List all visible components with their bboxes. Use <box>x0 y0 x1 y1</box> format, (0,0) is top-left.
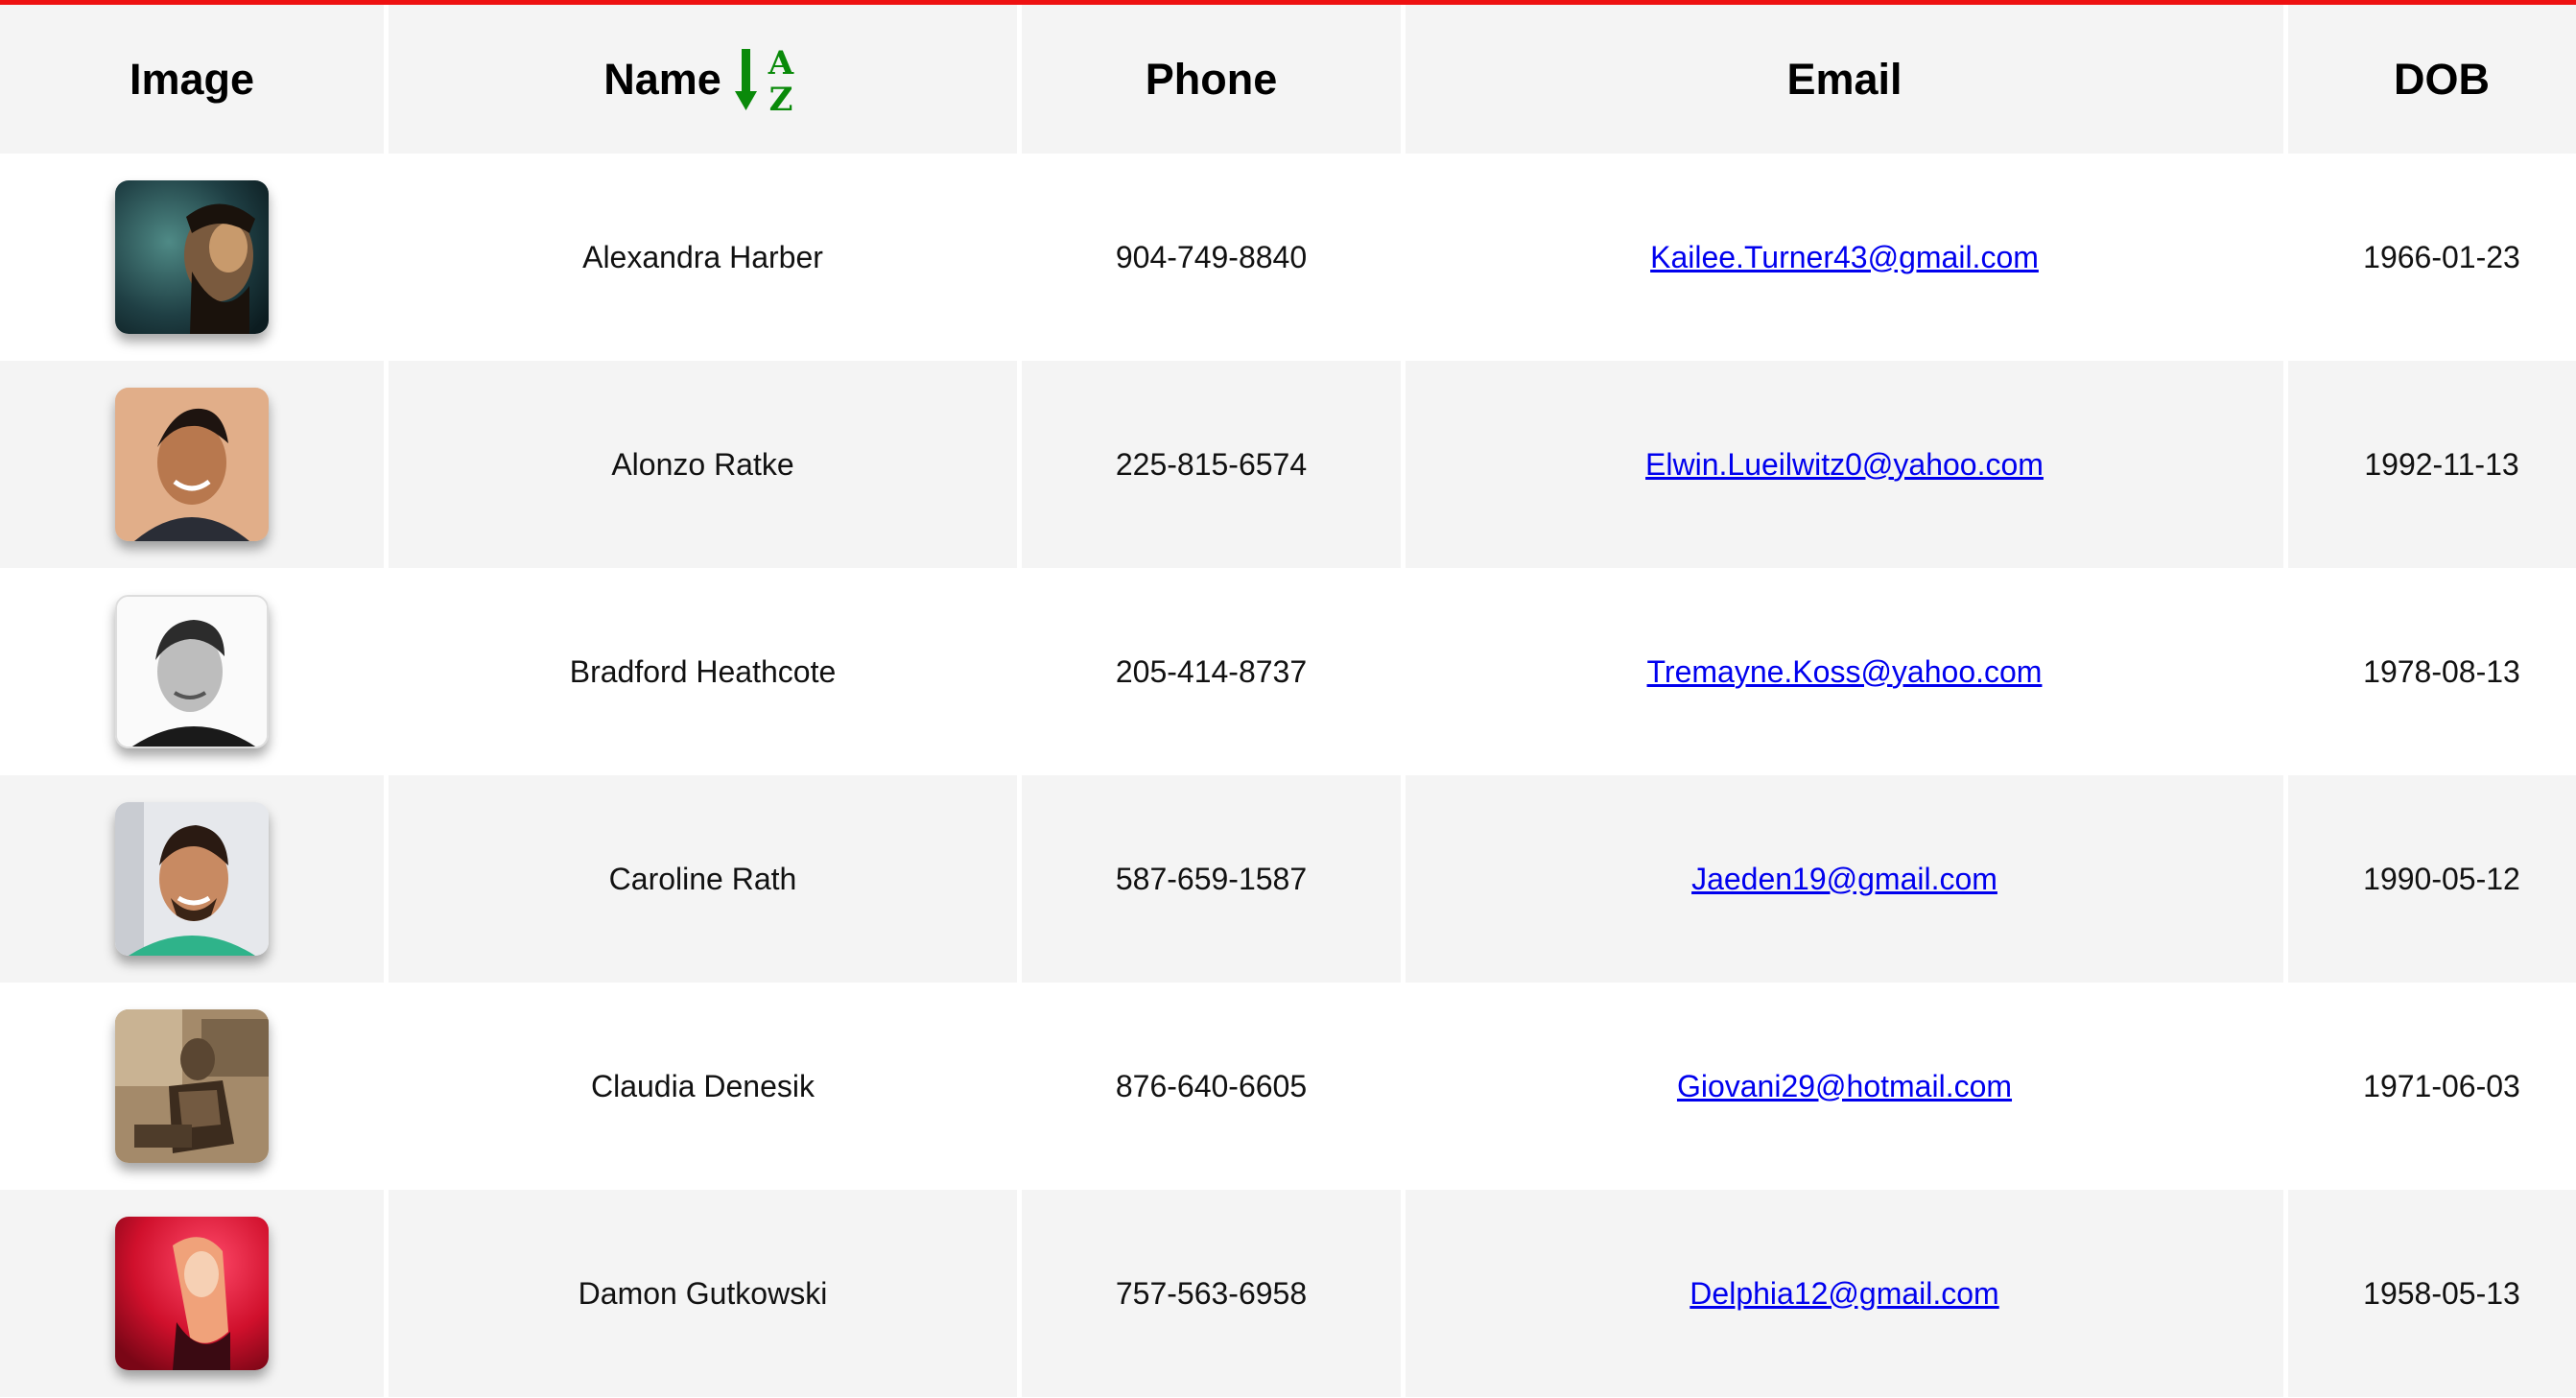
table-row-3-dob-cell: 1990-05-12 <box>2288 775 2576 983</box>
avatar-photo-woman-red-light <box>115 1217 269 1370</box>
contact-phone: 876-640-6605 <box>1115 1068 1308 1103</box>
table-row-4-phone-cell: 876-640-6605 <box>1022 983 1401 1190</box>
contact-phone: 904-749-8840 <box>1115 239 1308 274</box>
contact-email-link[interactable]: Elwin.Lueilwitz0@yahoo.com <box>1645 447 2044 483</box>
avatar-photo-man-bw <box>115 595 269 748</box>
table-row-5-email-cell: Delphia12@gmail.com <box>1406 1190 2283 1397</box>
svg-text:A: A <box>768 44 794 83</box>
table-row-3-email-cell: Jaeden19@gmail.com <box>1406 775 2283 983</box>
svg-text:Z: Z <box>768 81 792 118</box>
table-row-2-name-cell: Bradford Heathcote <box>389 568 1017 775</box>
contact-name: Bradford Heathcote <box>569 653 837 689</box>
contact-name: Caroline Rath <box>608 861 797 896</box>
contact-name: Damon Gutkowski <box>578 1275 828 1311</box>
contact-email-link[interactable]: Giovani29@hotmail.com <box>1677 1069 2012 1104</box>
contact-email-link[interactable]: Jaeden19@gmail.com <box>1691 862 1997 897</box>
table-row-4-email-cell: Giovani29@hotmail.com <box>1406 983 2283 1190</box>
column-header-dob[interactable]: DOB <box>2288 5 2576 154</box>
column-header-image-label: Image <box>129 54 255 104</box>
contact-email-link[interactable]: Tremayne.Koss@yahoo.com <box>1647 654 2043 690</box>
table-row-5-dob-cell: 1958-05-13 <box>2288 1190 2576 1397</box>
table-row-2-dob-cell: 1978-08-13 <box>2288 568 2576 775</box>
table-row-3-name-cell: Caroline Rath <box>389 775 1017 983</box>
column-header-phone[interactable]: Phone <box>1022 5 1401 154</box>
avatar-photo-smiling-man <box>115 388 269 541</box>
table-row-3-image-cell <box>0 775 384 983</box>
contact-phone: 587-659-1587 <box>1115 861 1308 896</box>
table-row-0-name-cell: Alexandra Harber <box>389 154 1017 361</box>
table-row-1-phone-cell: 225-815-6574 <box>1022 361 1401 568</box>
sort-alpha-down-icon[interactable]: A Z <box>734 41 802 118</box>
contacts-table: Image Name A Z Phone Email DOB Alexandra… <box>0 5 2576 1397</box>
table-row-1-name-cell: Alonzo Ratke <box>389 361 1017 568</box>
sort-alpha-down-icon-graphic: A Z <box>734 44 794 118</box>
table-row-1-dob-cell: 1992-11-13 <box>2288 361 2576 568</box>
table-row-5-phone-cell: 757-563-6958 <box>1022 1190 1401 1397</box>
contact-dob: 1958-05-13 <box>2363 1275 2520 1311</box>
table-row-1-image-cell <box>0 361 384 568</box>
table-row-5-name-cell: Damon Gutkowski <box>389 1190 1017 1397</box>
contact-name: Alonzo Ratke <box>611 446 794 482</box>
table-row-0-image-cell <box>0 154 384 361</box>
contact-dob: 1992-11-13 <box>2364 446 2519 482</box>
avatar-photo-man-green-shirt <box>115 802 269 956</box>
table-row-2-image-cell <box>0 568 384 775</box>
table-row-4-dob-cell: 1971-06-03 <box>2288 983 2576 1190</box>
column-header-dob-label: DOB <box>2394 54 2490 104</box>
table-row-1-email-cell: Elwin.Lueilwitz0@yahoo.com <box>1406 361 2283 568</box>
contact-dob: 1971-06-03 <box>2363 1068 2520 1103</box>
table-row-4-image-cell <box>0 983 384 1190</box>
column-header-email[interactable]: Email <box>1406 5 2283 154</box>
table-row-0-phone-cell: 904-749-8840 <box>1022 154 1401 361</box>
avatar-photo-sepia-person <box>115 1009 269 1163</box>
avatar-photo-bearded-man <box>115 180 269 334</box>
contact-phone: 205-414-8737 <box>1115 653 1308 689</box>
contact-phone: 225-815-6574 <box>1115 446 1308 482</box>
table-row-3-phone-cell: 587-659-1587 <box>1022 775 1401 983</box>
table-row-2-email-cell: Tremayne.Koss@yahoo.com <box>1406 568 2283 775</box>
contact-name: Alexandra Harber <box>582 239 823 274</box>
column-header-name[interactable]: Name A Z <box>389 5 1017 154</box>
contact-email-link[interactable]: Kailee.Turner43@gmail.com <box>1650 240 2039 275</box>
table-row-0-dob-cell: 1966-01-23 <box>2288 154 2576 361</box>
column-header-email-label: Email <box>1786 54 1902 104</box>
contact-phone: 757-563-6958 <box>1115 1275 1308 1311</box>
contact-dob: 1990-05-12 <box>2363 861 2520 896</box>
table-row-0-email-cell: Kailee.Turner43@gmail.com <box>1406 154 2283 361</box>
table-row-4-name-cell: Claudia Denesik <box>389 983 1017 1190</box>
column-header-phone-label: Phone <box>1145 54 1278 104</box>
column-header-name-label: Name <box>603 54 721 104</box>
contact-email-link[interactable]: Delphia12@gmail.com <box>1690 1276 1998 1312</box>
contact-name: Claudia Denesik <box>590 1068 815 1103</box>
contact-dob: 1978-08-13 <box>2363 653 2520 689</box>
contact-dob: 1966-01-23 <box>2363 239 2520 274</box>
table-row-2-phone-cell: 205-414-8737 <box>1022 568 1401 775</box>
table-row-5-image-cell <box>0 1190 384 1397</box>
column-header-image[interactable]: Image <box>0 5 384 154</box>
